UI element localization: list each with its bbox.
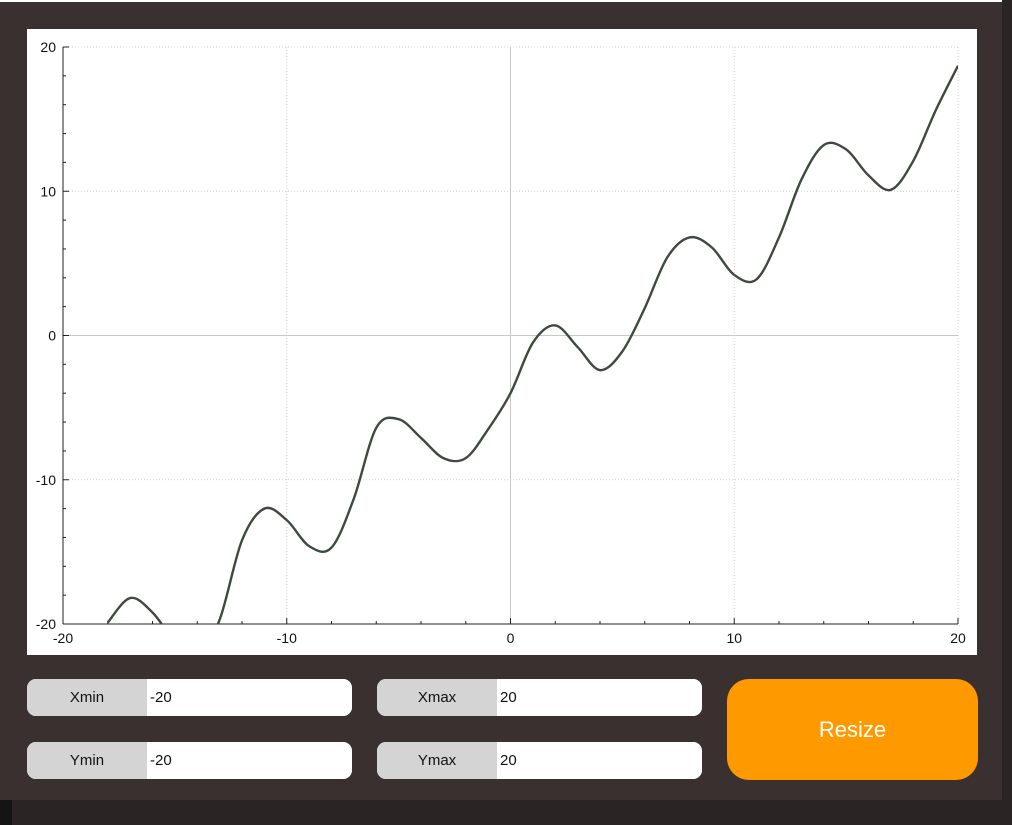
xmin-input[interactable]: [147, 679, 352, 716]
x-tick-label: -10: [277, 630, 297, 646]
ymax-input[interactable]: [497, 742, 702, 779]
y-tick-label: 20: [40, 39, 56, 55]
x-tick-label: 10: [726, 630, 742, 646]
background-edge: [0, 800, 12, 825]
y-tick-label: 0: [48, 328, 56, 344]
xmax-input[interactable]: [497, 679, 702, 716]
xmin-label: Xmin: [27, 679, 147, 716]
y-tick-label: -20: [36, 616, 56, 632]
x-tick-label: -20: [53, 630, 73, 646]
xmax-field: Xmax: [377, 679, 702, 716]
x-tick-label: 0: [507, 630, 515, 646]
y-tick-label: 10: [40, 183, 56, 199]
series-line-0: [106, 65, 958, 624]
ymax-field: Ymax: [377, 742, 702, 779]
line-chart: -20 -10 0 10 20 20 10 0 -10 -20: [36, 39, 966, 646]
ymin-field: Ymin: [27, 742, 352, 779]
xmax-label: Xmax: [377, 679, 497, 716]
xmin-field: Xmin: [27, 679, 352, 716]
ymin-label: Ymin: [27, 742, 147, 779]
y-tick-label: -10: [36, 472, 56, 488]
plot-panel: -20 -10 0 10 20 20 10 0 -10 -20: [27, 29, 977, 655]
x-tick-label: 20: [950, 630, 966, 646]
ymax-label: Ymax: [377, 742, 497, 779]
ymin-input[interactable]: [147, 742, 352, 779]
resize-button[interactable]: Resize: [727, 679, 978, 780]
app-window: -20 -10 0 10 20 20 10 0 -10 -20 Xmin Xmax Ymin Ym…: [0, 2, 1002, 800]
